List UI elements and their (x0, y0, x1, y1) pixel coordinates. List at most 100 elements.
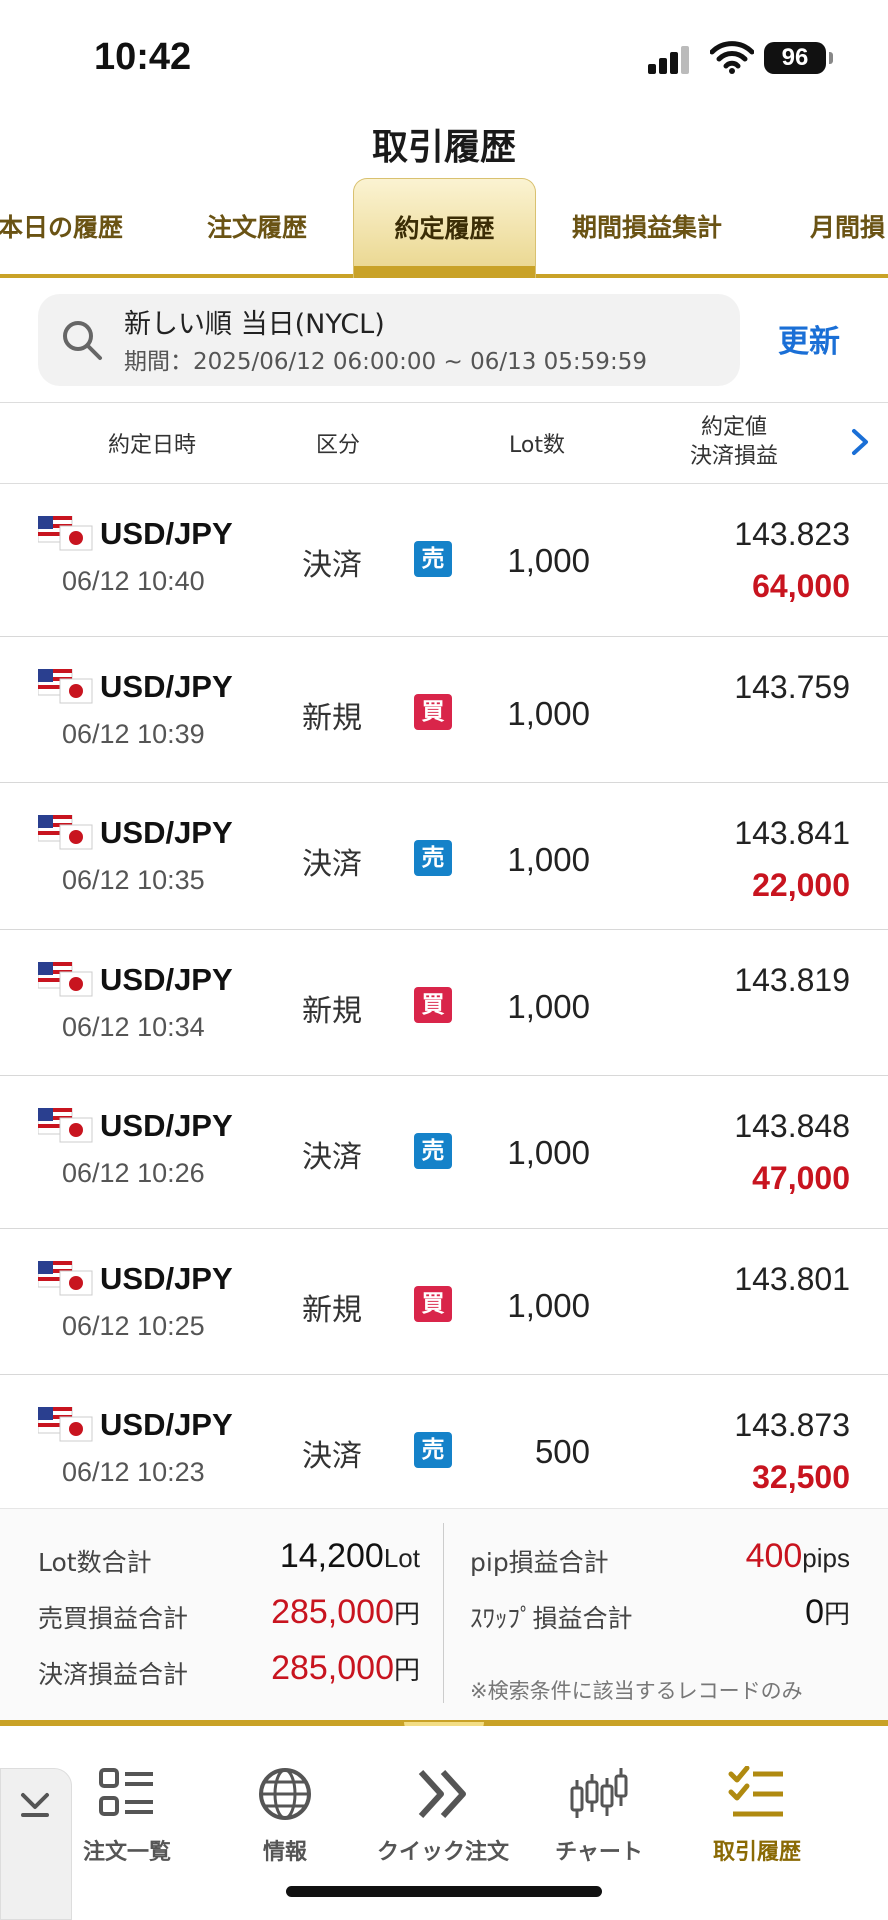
tab-bar-top: 本日の履歴 注文履歴 約定履歴 期間損益集計 月間損 (0, 178, 888, 278)
pip-pl-number: 400 (745, 1537, 803, 1575)
settle-pl-number: 285,000 (271, 1649, 394, 1687)
table-row[interactable]: USD/JPY 06/12 10:26 決済 売 1,000 143.848 47,000 (0, 1076, 888, 1229)
currency-pair: USD/JPY (100, 962, 233, 997)
nav-chart[interactable]: チャート (524, 1766, 674, 1866)
column-header-kind: 区分 (316, 433, 361, 458)
active-tab-indicator (354, 266, 535, 278)
nav-trade-history[interactable]: 取引履歴 (682, 1766, 832, 1866)
usd-jpy-flag-icon (38, 962, 93, 997)
nav-quick-order[interactable]: クイック注文 (368, 1766, 518, 1866)
swap-pl-value: 0円 (640, 1593, 850, 1632)
execution-price: 143.873 (734, 1407, 850, 1443)
summary-panel: Lot数合計 14,200Lot 売買損益合計 285,000円 決済損益合計 … (0, 1508, 888, 1722)
tab-monthly-pl[interactable]: 月間損 (810, 208, 885, 244)
chevron-right-icon[interactable] (848, 427, 872, 457)
pip-pl-unit: pips (802, 1543, 850, 1573)
lot-amount: 1,000 (507, 841, 590, 878)
swap-pl-number: 0 (805, 1593, 824, 1631)
settlement-pl: 47,000 (752, 1160, 850, 1196)
usd-jpy-flag-icon (38, 815, 93, 850)
tab-execution-history[interactable]: 約定履歴 (353, 178, 536, 278)
lot-total-unit: Lot (383, 1543, 420, 1573)
lot-total-value: 14,200Lot (200, 1537, 420, 1576)
nav-info[interactable]: 情報 (210, 1766, 360, 1866)
currency-pair: USD/JPY (100, 1261, 233, 1296)
swap-pl-label: ｽﾜｯﾌﾟ損益合計 (470, 1604, 633, 1633)
search-icon (63, 321, 102, 360)
cellular-signal-icon (648, 44, 692, 74)
execution-datetime: 06/12 10:40 (62, 566, 205, 596)
lot-amount: 1,000 (507, 988, 590, 1025)
trade-kind: 決済 (302, 847, 362, 882)
settle-pl-unit: 円 (393, 1655, 420, 1685)
summary-note: ※検索条件に該当するレコードのみ (470, 1679, 803, 1703)
table-row[interactable]: USD/JPY 06/12 10:40 決済 売 1,000 143.823 64,000 (0, 484, 888, 637)
tab-today-history[interactable]: 本日の履歴 (0, 208, 123, 244)
settlement-pl: 32,500 (752, 1459, 850, 1495)
candlestick-icon (570, 1768, 628, 1818)
execution-datetime: 06/12 10:23 (62, 1457, 205, 1487)
currency-pair: USD/JPY (100, 669, 233, 704)
swap-pl-unit: 円 (823, 1599, 850, 1629)
summary-divider (443, 1523, 444, 1703)
lot-total-label: Lot数合計 (38, 1548, 152, 1577)
table-row[interactable]: USD/JPY 06/12 10:39 新規 買 1,000 143.759 (0, 637, 888, 783)
trade-pl-number: 285,000 (271, 1593, 394, 1631)
lot-amount: 500 (534, 1433, 590, 1470)
table-row[interactable]: USD/JPY 06/12 10:25 新規 買 1,000 143.801 (0, 1229, 888, 1375)
currency-pair: USD/JPY (100, 1407, 233, 1442)
sell-badge: 売 (414, 1133, 452, 1169)
nav-chart-label: チャート (555, 1840, 643, 1865)
usd-jpy-flag-icon (38, 1407, 93, 1442)
column-header-pl: 決済損益 (689, 444, 778, 469)
nav-order-list[interactable]: 注文一覧 (52, 1766, 202, 1866)
sell-badge: 売 (414, 840, 452, 876)
battery-indicator: 96 (764, 42, 833, 74)
lot-amount: 1,000 (507, 1287, 590, 1324)
trade-kind: 新規 (302, 994, 362, 1029)
usd-jpy-flag-icon (38, 669, 93, 704)
table-row[interactable]: USD/JPY 06/12 10:34 新規 買 1,000 143.819 (0, 930, 888, 1076)
home-indicator (286, 1886, 602, 1897)
trade-pl-unit: 円 (393, 1599, 420, 1629)
refresh-button[interactable]: 更新 (778, 316, 840, 361)
search-condition-box[interactable]: 新しい順 当日(NYCL) 期間：2025/06/12 06:00:00 ~ 0… (38, 294, 740, 386)
status-bar: 10:42 96 (0, 0, 888, 110)
table-header: 約定日時 区分 Lot数 約定値 決済損益 (0, 402, 888, 484)
page-title: 取引履歴 (371, 127, 516, 168)
execution-price: 143.801 (734, 1261, 850, 1297)
settlement-pl: 22,000 (752, 867, 850, 903)
tab-period-pl-summary[interactable]: 期間損益集計 (572, 208, 722, 244)
sell-badge: 売 (414, 541, 452, 577)
trade-kind: 決済 (302, 548, 362, 583)
execution-price: 143.759 (734, 669, 850, 705)
execution-datetime: 06/12 10:34 (62, 1012, 205, 1042)
execution-price: 143.848 (734, 1108, 850, 1144)
column-header-price: 約定値 (700, 415, 767, 440)
tab-order-history[interactable]: 注文履歴 (207, 208, 307, 244)
trade-pl-value: 285,000円 (200, 1593, 420, 1632)
execution-datetime: 06/12 10:39 (62, 719, 205, 749)
column-header-price-pl: 約定値 決済損益 (678, 413, 790, 471)
settlement-pl: 64,000 (752, 568, 850, 604)
settle-pl-label: 決済損益合計 (38, 1660, 189, 1689)
execution-price: 143.819 (734, 962, 850, 998)
execution-datetime: 06/12 10:35 (62, 865, 205, 895)
table-row[interactable]: USD/JPY 06/12 10:23 決済 売 500 143.873 32,500 (0, 1375, 888, 1522)
lot-amount: 1,000 (507, 1134, 590, 1171)
lot-amount: 1,000 (507, 695, 590, 732)
sell-badge: 売 (414, 1432, 452, 1468)
tab-execution-history-label: 約定履歴 (394, 214, 495, 243)
lot-total-number: 14,200 (279, 1537, 384, 1575)
nav-trade-history-label: 取引履歴 (712, 1840, 801, 1865)
nav-quick-order-label: クイック注文 (376, 1840, 509, 1865)
column-header-lot: Lot数 (509, 433, 565, 458)
execution-price: 143.823 (734, 516, 850, 552)
search-period: 期間：2025/06/12 06:00:00 ~ 06/13 05:59:59 (124, 349, 647, 375)
bottom-navigation: 注文一覧 情報 クイック注文 チャート 取引履歴 (0, 1726, 888, 1920)
execution-datetime: 06/12 10:25 (62, 1311, 205, 1341)
execution-datetime: 06/12 10:26 (62, 1158, 205, 1188)
table-row[interactable]: USD/JPY 06/12 10:35 決済 売 1,000 143.841 22,000 (0, 783, 888, 930)
currency-pair: USD/JPY (100, 516, 233, 551)
currency-pair: USD/JPY (100, 815, 233, 850)
